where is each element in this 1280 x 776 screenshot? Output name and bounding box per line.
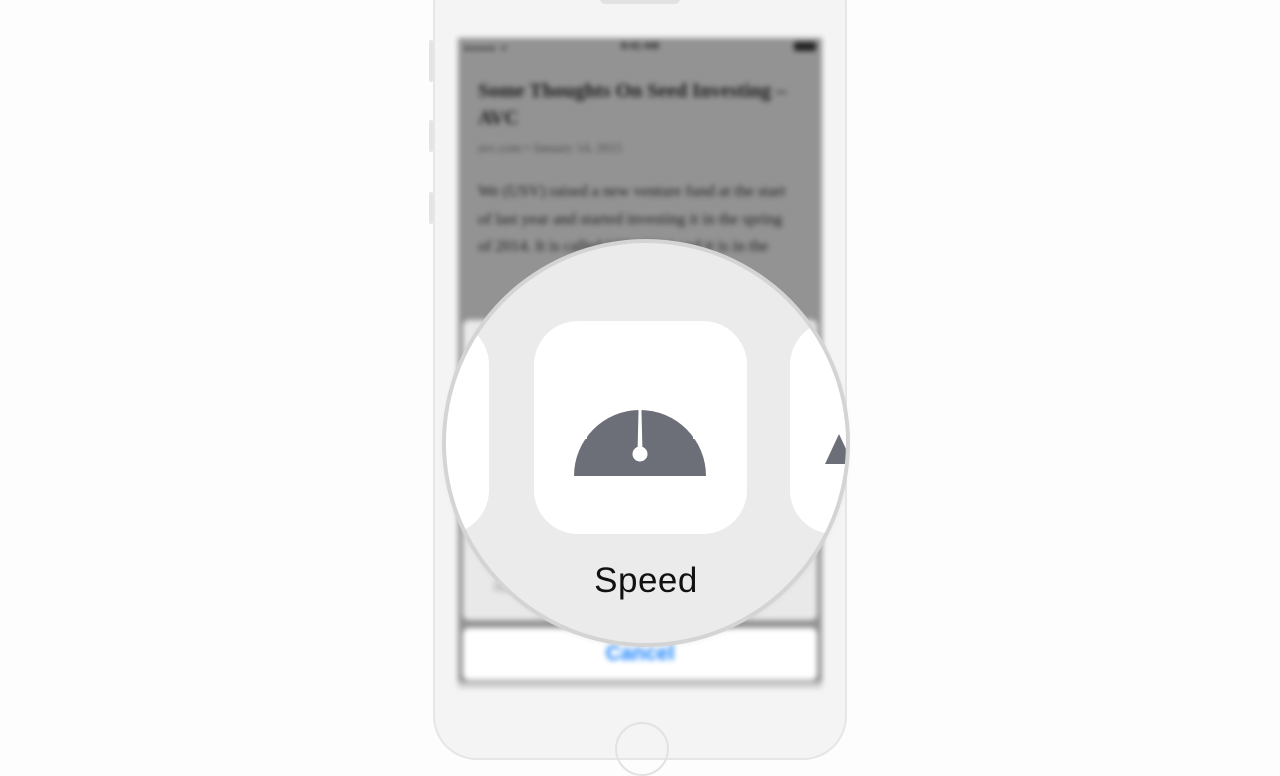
home-button[interactable]	[615, 722, 669, 776]
article-title: Some Thoughts On Seed Investing – AVC	[478, 80, 787, 129]
phone-side-button	[429, 120, 433, 152]
magnifier-callout: Speed	[446, 243, 846, 643]
action-label: Speed	[594, 561, 698, 600]
phone-side-button	[429, 192, 433, 224]
article: Some Thoughts On Seed Investing – AVC av…	[478, 78, 798, 261]
status-bar: ●●●●● ᯤ 8:41 AM	[458, 38, 822, 56]
phone-side-button	[429, 40, 433, 82]
triangle-icon	[825, 434, 846, 464]
battery-icon	[794, 42, 816, 51]
phone-speaker	[600, 0, 680, 4]
speedometer-icon	[573, 373, 708, 476]
status-time: 8:41 AM	[621, 41, 659, 52]
screen-bottom-edge	[458, 682, 822, 688]
action-tile-next[interactable]	[790, 321, 846, 534]
article-meta: avc.com • January 14, 2015	[478, 140, 622, 155]
action-tile-previous[interactable]	[446, 321, 489, 534]
action-tile-speed[interactable]	[534, 321, 747, 534]
